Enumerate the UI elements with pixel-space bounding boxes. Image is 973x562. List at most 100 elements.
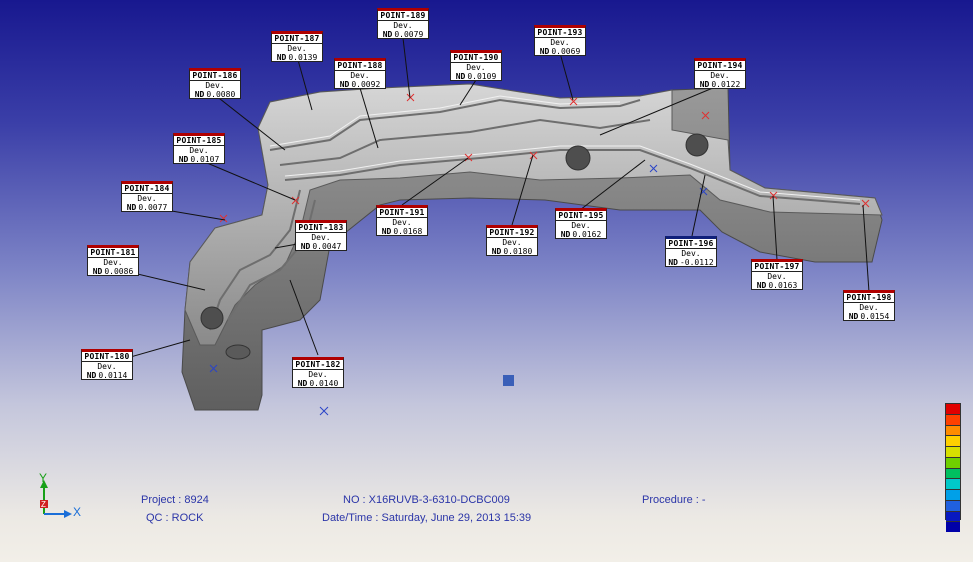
date-time: Date/Time : Saturday, June 29, 2013 15:3…	[322, 512, 532, 524]
point-label-182[interactable]: POINT-182 Dev. ND 0.0140	[292, 357, 344, 388]
nd-label: ND	[756, 281, 767, 290]
point-name: POINT-182	[293, 360, 343, 370]
point-label-184[interactable]: POINT-184 Dev. ND 0.0077	[121, 181, 173, 212]
deviation-value: 0.0114	[98, 371, 128, 380]
dev-header: Dev.	[311, 233, 331, 242]
color-scale-band	[946, 404, 960, 414]
dev-header: Dev.	[392, 218, 412, 227]
nd-label: ND	[668, 258, 678, 267]
deviation-value: 0.0107	[190, 155, 220, 164]
point-label-197[interactable]: POINT-197 Dev. ND 0.0163	[751, 259, 803, 290]
deviation-value: 0.0079	[394, 30, 424, 39]
dev-header: Dev.	[205, 81, 225, 90]
deviation-value: 0.0140	[309, 379, 339, 388]
point-name: POINT-186	[190, 71, 240, 81]
deviation-value: 0.0168	[393, 227, 423, 236]
point-name: POINT-193	[535, 28, 585, 38]
point-label-196[interactable]: POINT-196 Dev. ND -0.0112	[665, 236, 717, 267]
project-info: Project : 8924	[141, 494, 209, 506]
color-scale-band	[946, 446, 960, 457]
dev-header: Dev.	[571, 221, 591, 230]
color-scale-band	[946, 489, 960, 500]
deviation-value: 0.0069	[551, 47, 581, 56]
point-name: POINT-181	[88, 248, 138, 258]
deviation-value: 0.0154	[860, 312, 890, 321]
nd-label: ND	[194, 90, 205, 99]
color-scale-band	[946, 413, 960, 425]
point-label-187[interactable]: POINT-187 Dev. ND 0.0139	[271, 31, 323, 62]
point-name: POINT-196	[666, 239, 716, 249]
point-label-183[interactable]: POINT-183 Dev. ND 0.0047	[295, 220, 347, 251]
dev-header: Dev.	[767, 272, 787, 281]
point-name: POINT-188	[335, 61, 385, 71]
deviation-value: -0.0112	[679, 258, 714, 267]
pivot-marker[interactable]	[503, 375, 514, 386]
point-label-188[interactable]: POINT-188 Dev. ND 0.0092	[334, 58, 386, 89]
point-name: POINT-194	[695, 61, 745, 71]
dev-header: Dev.	[859, 303, 879, 312]
color-scale-band	[946, 424, 960, 436]
nd-label: ND	[276, 53, 287, 62]
qc-info: QC : ROCK	[146, 512, 204, 524]
dev-header: Dev.	[466, 63, 486, 72]
deviation-value: 0.0139	[288, 53, 318, 62]
procedure-info: Procedure : -	[642, 494, 706, 506]
point-name: POINT-190	[451, 53, 501, 63]
point-name: POINT-192	[487, 228, 537, 238]
point-label-194[interactable]: POINT-194 Dev. ND 0.0122	[694, 58, 746, 89]
dev-header: Dev.	[502, 238, 522, 247]
dev-header: Dev.	[103, 258, 123, 267]
color-scale-band	[946, 456, 960, 468]
dev-header: Dev.	[393, 21, 413, 30]
point-label-185[interactable]: POINT-185 Dev. ND 0.0107	[173, 133, 225, 164]
color-scale-band	[946, 478, 960, 489]
point-label-191[interactable]: POINT-191 Dev. ND 0.0168	[376, 205, 428, 236]
point-label-181[interactable]: POINT-181 Dev. ND 0.0086	[87, 245, 139, 276]
point-name: POINT-197	[752, 262, 802, 272]
axis-z-label: Z	[41, 500, 46, 509]
deviation-value: 0.0086	[104, 267, 134, 276]
point-name: POINT-183	[296, 223, 346, 233]
point-label-186[interactable]: POINT-186 Dev. ND 0.0080	[189, 68, 241, 99]
deviation-value: 0.0109	[467, 72, 497, 81]
nd-label: ND	[455, 72, 466, 81]
nd-label: ND	[92, 267, 103, 276]
point-name: POINT-187	[272, 34, 322, 44]
point-label-190[interactable]: POINT-190 Dev. ND 0.0109	[450, 50, 502, 81]
3d-viewport[interactable]: POINT-180 Dev. ND 0.0114 POINT-181 Dev. N…	[0, 0, 973, 562]
point-label-180[interactable]: POINT-180 Dev. ND 0.0114	[81, 349, 133, 380]
color-scale-band	[946, 435, 960, 446]
nd-label: ND	[178, 155, 189, 164]
nd-label: ND	[86, 371, 97, 380]
axis-x-label: X	[73, 505, 81, 519]
part-number: NO : X16RUVB-3-6310-DCBC009	[343, 494, 510, 506]
nd-label: ND	[339, 80, 350, 89]
dev-header: Dev.	[681, 249, 701, 258]
point-label-189[interactable]: POINT-189 Dev. ND 0.0079	[377, 8, 429, 39]
nd-label: ND	[848, 312, 859, 321]
axis-triad-icon: Y X Z	[39, 471, 81, 519]
color-scale-band	[946, 510, 960, 522]
casting-part-model[interactable]	[0, 0, 973, 562]
point-label-193[interactable]: POINT-193 Dev. ND 0.0069	[534, 25, 586, 56]
deviation-value: 0.0180	[503, 247, 533, 256]
color-scale-band	[946, 499, 960, 511]
dev-header: Dev.	[97, 362, 117, 371]
dev-header: Dev.	[287, 44, 307, 53]
deviation-value: 0.0077	[138, 203, 168, 212]
axis-y-label: Y	[39, 471, 47, 485]
dev-header: Dev.	[189, 146, 209, 155]
color-scale-band	[946, 521, 960, 532]
point-label-192[interactable]: POINT-192 Dev. ND 0.0180	[486, 225, 538, 256]
nd-label: ND	[381, 227, 392, 236]
point-label-195[interactable]: POINT-195 Dev. ND 0.0162	[555, 208, 607, 239]
point-name: POINT-189	[378, 11, 428, 21]
point-label-198[interactable]: POINT-198 Dev. ND 0.0154	[843, 290, 895, 321]
nd-label: ND	[699, 80, 710, 89]
deviation-value: 0.0092	[351, 80, 381, 89]
deviation-value: 0.0163	[768, 281, 798, 290]
dev-header: Dev.	[137, 194, 157, 203]
nd-label: ND	[539, 47, 550, 56]
deviation-value: 0.0122	[711, 80, 741, 89]
point-name: POINT-180	[82, 352, 132, 362]
